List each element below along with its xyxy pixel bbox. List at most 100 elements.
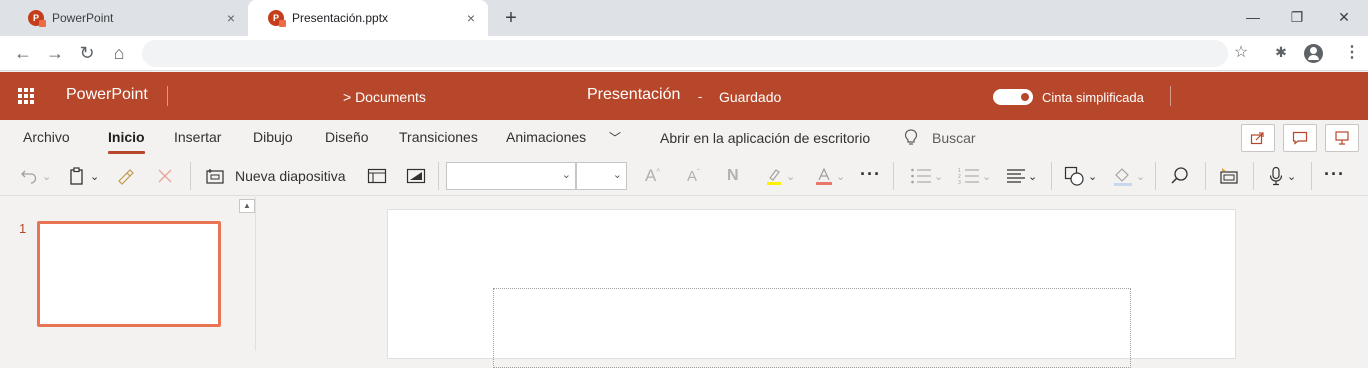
tab-diseno[interactable]: Diseño [325,129,369,145]
tab-dibujo[interactable]: Dibujo [253,129,293,145]
document-title[interactable]: Presentación [587,86,680,104]
shape-fill-button[interactable]: ⌄ [1112,166,1145,186]
slide-thumbnail-pane: ▲ 1 [0,197,256,351]
tab-insertar[interactable]: Insertar [174,129,221,145]
format-painter-icon [118,169,134,185]
more-font-options-button[interactable]: ··· [860,164,881,185]
restore-window-button[interactable]: ❐ [1285,6,1309,28]
font-color-button[interactable]: ⌄ [814,166,845,186]
undo-button[interactable]: ⌄ [20,166,51,186]
profile-avatar-icon[interactable] [1304,44,1323,63]
chevron-down-icon: ⌄ [612,169,622,181]
highlight-button[interactable]: ⌄ [764,166,795,186]
font-size-select[interactable]: ⌄ [576,162,627,190]
more-horizontal-icon: ··· [1324,164,1345,184]
dictate-button[interactable]: ⌄ [1268,166,1296,186]
browser-tab-powerpoint[interactable]: P PowerPoint × [8,0,248,36]
numbering-button[interactable]: 123 ⌄ [958,166,991,186]
tab-archivo[interactable]: Archivo [23,129,70,145]
shrink-font-icon: Aˇ [687,167,700,185]
more-options-button[interactable]: ··· [1324,164,1345,185]
chevron-down-icon: ⌄ [1136,170,1146,183]
new-slide-button[interactable] [205,166,225,186]
bullets-button[interactable]: ⌄ [910,166,943,186]
undo-icon [21,170,37,184]
toolbar-divider [438,162,439,190]
font-name-select[interactable]: ⌄ [446,162,576,190]
chevron-down-icon: ⌄ [786,170,796,183]
back-button[interactable]: ← [12,42,34,64]
new-slide-label[interactable]: Nueva diapositiva [235,168,346,184]
app-launcher-waffle-icon[interactable] [18,88,34,104]
forward-button[interactable]: → [44,42,66,64]
designer-button[interactable] [1218,166,1240,186]
chevron-down-icon: ⌄ [1287,170,1297,183]
layout-button[interactable] [367,166,387,186]
extensions-puzzle-icon[interactable]: ✱ [1272,44,1290,62]
bullet-list-icon [911,168,931,184]
title-placeholder[interactable] [493,288,1131,368]
title-separator: - [698,89,703,104]
paint-bucket-icon [1114,168,1132,186]
app-header: PowerPoint > Documents Presentación - Gu… [0,72,1368,120]
reload-button[interactable]: ↻ [76,42,98,64]
designer-icon [1220,168,1238,184]
minimize-window-button[interactable]: — [1241,6,1265,28]
format-painter-button[interactable] [116,166,136,186]
simplified-ribbon-label: Cinta simplificada [1042,90,1144,105]
slide-thumbnail[interactable] [37,221,221,327]
comments-button[interactable] [1283,124,1317,152]
bookmark-star-icon[interactable]: ☆ [1231,43,1251,63]
app-name[interactable]: PowerPoint [66,86,148,104]
browser-tab-strip: P PowerPoint × P Presentación.pptx × + —… [0,0,1368,36]
powerpoint-favicon-icon: P [268,10,286,27]
decrease-font-size-button[interactable]: Aˇ [687,166,700,186]
align-button[interactable]: ⌄ [1006,166,1037,186]
highlighter-icon [767,169,781,185]
slide-canvas[interactable] [387,209,1236,368]
close-tab-icon[interactable]: × [224,11,238,25]
close-x-icon [158,169,172,183]
present-button[interactable] [1325,124,1359,152]
header-divider [1170,86,1171,106]
toolbar-divider [1311,162,1312,190]
browser-toolbar: ← → ↻ ⌂ ☆ ✱ ⋮ [0,36,1368,71]
tab-inicio[interactable]: Inicio [108,129,145,154]
chevron-down-icon: ⌄ [42,170,52,183]
tab-transiciones[interactable]: Transiciones [399,129,478,145]
breadcrumb-documents[interactable]: > Documents [343,89,426,105]
save-status: Guardado [719,89,782,105]
tab-animaciones[interactable]: Animaciones [506,129,586,145]
increase-font-size-button[interactable]: A^ [645,166,660,186]
close-tab-icon[interactable]: × [464,11,478,25]
bold-icon: N [727,167,739,184]
slide-editor [257,197,1368,368]
address-bar-input[interactable] [142,40,1228,67]
numbered-list-icon: 123 [958,168,979,185]
browser-menu-icon[interactable]: ⋮ [1344,42,1360,64]
new-tab-button[interactable]: + [500,7,522,29]
more-tabs-chevron-down-icon[interactable]: ﹀ [609,129,621,146]
open-in-desktop-app-link[interactable]: Abrir en la aplicación de escritorio [660,130,870,146]
browser-tab-title: Presentación.pptx [292,11,389,25]
delete-slide-button[interactable] [157,166,173,186]
home-button[interactable]: ⌂ [108,42,130,64]
toolbar-divider [1155,162,1156,190]
slide-number: 1 [19,221,27,236]
find-button[interactable] [1170,166,1190,186]
search-icon [1171,167,1188,184]
simplified-ribbon-toggle[interactable] [993,89,1033,105]
close-window-button[interactable]: ✕ [1332,6,1356,28]
bold-button[interactable]: N [727,166,739,186]
search-button[interactable]: Buscar [932,130,976,146]
layout-icon [367,168,387,184]
scroll-up-button[interactable]: ▲ [239,199,255,213]
share-icon [1250,132,1264,145]
browser-tab-presentation[interactable]: P Presentación.pptx × [248,0,488,36]
share-button[interactable] [1241,124,1275,152]
font-color-icon [816,167,832,185]
design-background-button[interactable] [406,166,426,186]
paste-button[interactable]: ⌄ [68,166,99,186]
chevron-down-icon: ⌄ [90,170,100,183]
shapes-button[interactable]: ⌄ [1064,166,1097,186]
